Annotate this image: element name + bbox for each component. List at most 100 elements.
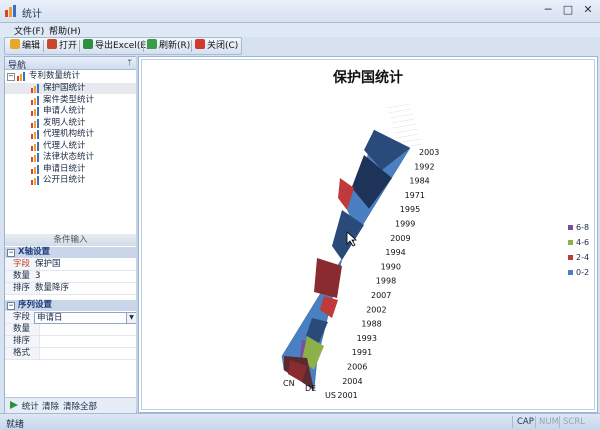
depth-tick-label: 2003 (419, 148, 439, 157)
series-format-key: 格式 (5, 348, 40, 359)
x-axis-count-row[interactable]: 数量 3 (5, 271, 136, 283)
tree-item[interactable]: 法律状态统计 (5, 152, 136, 163)
dropdown-arrow-icon[interactable]: ▼ (126, 313, 136, 323)
tree-item-label: 保护国统计 (43, 83, 86, 94)
tree-item[interactable]: 代理人统计 (5, 141, 136, 152)
close-icon (195, 39, 205, 49)
tree-item[interactable]: 公开日统计 (5, 175, 136, 186)
series-sort-row[interactable]: 排序 (5, 336, 136, 348)
series-field-select[interactable]: 申请日 ▼ (34, 312, 137, 324)
legend-swatch (568, 225, 573, 230)
nav-header: 导航 ᛘ (5, 57, 136, 70)
category-tick-label: DE (305, 384, 316, 393)
collapse-icon[interactable]: − (7, 249, 15, 257)
minimize-button[interactable]: ─ (540, 3, 556, 18)
chart-icon (31, 96, 40, 105)
area-surface (282, 130, 410, 390)
chart-icon (31, 107, 40, 116)
x-axis-count-value[interactable]: 3 (35, 271, 40, 282)
stat-button[interactable]: 统计 (9, 400, 39, 412)
tree-item[interactable]: 申请人统计 (5, 106, 136, 117)
menu-bar: 文件(F) 帮助(H) (0, 23, 600, 37)
legend-label: 4-6 (576, 238, 589, 247)
close-button[interactable]: 关闭(C) (195, 39, 238, 53)
export-excel-button[interactable]: 导出Excel(E) (83, 39, 150, 53)
depth-tick-label: 1988 (361, 320, 381, 329)
maximize-button[interactable]: □ (560, 3, 576, 18)
open-label: 打开 (59, 41, 77, 51)
legend-item: 2-4 (568, 254, 598, 262)
chart-icon (31, 84, 40, 93)
depth-tick-label: 1993 (357, 334, 377, 343)
tree-root[interactable]: − 专利数量统计 (5, 71, 136, 82)
depth-tick-label: 1995 (400, 205, 420, 214)
num-indicator: NUM (539, 417, 559, 427)
window-title: 统计 (22, 5, 42, 20)
series-count-row[interactable]: 数量 (5, 324, 136, 336)
legend-item: 6-8 (568, 224, 598, 232)
depth-tick-label: 2002 (366, 305, 386, 314)
tree-item-label: 公开日统计 (43, 175, 86, 186)
status-bar: 就绪 CAP NUM SCRL (0, 413, 600, 430)
tree-item[interactable]: 案件类型统计 (5, 95, 136, 106)
status-divider (559, 416, 560, 428)
legend-item: 0-2 (568, 269, 598, 277)
legend-swatch (568, 240, 573, 245)
depth-tick-label: 1971 (405, 191, 425, 200)
depth-tick-label: 2007 (371, 291, 391, 300)
depth-tick-label: 1984 (409, 177, 429, 186)
collapse-icon[interactable]: − (7, 73, 15, 81)
chart-icon (31, 176, 40, 185)
depth-tick-label: 2009 (390, 234, 410, 243)
tree-item[interactable]: 发明人统计 (5, 118, 136, 129)
export-excel-label: 导出Excel(E) (95, 41, 150, 51)
open-button[interactable]: 打开 (47, 39, 77, 53)
depth-tick-label: 1990 (381, 262, 401, 271)
series-sort-key: 排序 (5, 336, 40, 347)
close-label: 关闭(C) (207, 41, 238, 51)
tree-item-label: 申请人统计 (43, 106, 86, 117)
toolbar-separator (143, 40, 144, 52)
refresh-label: 刷新(R) (159, 41, 190, 51)
collapse-icon[interactable]: − (7, 302, 15, 310)
refresh-icon (147, 39, 157, 49)
series-format-row[interactable]: 格式 (5, 348, 136, 360)
depth-tick-label: 1991 (352, 348, 372, 357)
tree-item-label: 发明人统计 (43, 118, 86, 129)
x-axis-field-value[interactable]: 保护国 (35, 259, 61, 270)
tree-item-label: 法律状态统计 (43, 152, 94, 163)
toolbar-separator (191, 40, 192, 52)
status-divider (535, 416, 536, 428)
menu-file[interactable]: 文件(F) (14, 24, 44, 37)
series-section[interactable]: −序列设置 (5, 300, 136, 311)
tree-item[interactable]: 代理机构统计 (5, 129, 136, 140)
legend-label: 6-8 (576, 223, 589, 232)
pin-icon[interactable]: ᛘ (127, 58, 132, 67)
edit-button[interactable]: 编辑 (10, 39, 40, 53)
series-field-row[interactable]: 字段 申请日 ▼ (5, 312, 136, 324)
refresh-button[interactable]: 刷新(R) (147, 39, 190, 53)
x-axis-sort-value[interactable]: 数量降序 (35, 283, 69, 294)
depth-tick-label: 1998 (376, 277, 396, 286)
depth-tick-label: 1999 (395, 220, 415, 229)
series-count-key: 数量 (5, 324, 40, 335)
toolbar: 编辑 打开 导出Excel(E) 刷新(R) 关闭(C) (4, 37, 242, 55)
chart-panel: 保护国统计 2003199219841971199519992009199419… (138, 56, 598, 413)
chart-icon (31, 119, 40, 128)
chart-icon (17, 72, 26, 81)
clear-button[interactable]: 清除 (42, 400, 59, 412)
legend-swatch (568, 270, 573, 275)
chart-icon (31, 153, 40, 162)
toolbar-separator (43, 40, 44, 52)
tree-item[interactable]: 申请日统计 (5, 164, 136, 175)
title-bar: 统计 ─ □ ✕ (0, 0, 600, 23)
close-window-button[interactable]: ✕ (580, 3, 596, 18)
clear-all-button[interactable]: 清除全部 (63, 400, 97, 412)
menu-help[interactable]: 帮助(H) (49, 24, 81, 37)
depth-tick-label: 2001 (337, 391, 357, 400)
x-axis-field-row[interactable]: 字段 保护国 (5, 259, 136, 271)
tree-item[interactable]: 保护国统计 (5, 83, 136, 94)
legend-label: 0-2 (576, 268, 589, 277)
x-axis-sort-row[interactable]: 排序 数量降序 (5, 283, 136, 295)
x-axis-section[interactable]: −X轴设置 (5, 247, 136, 258)
